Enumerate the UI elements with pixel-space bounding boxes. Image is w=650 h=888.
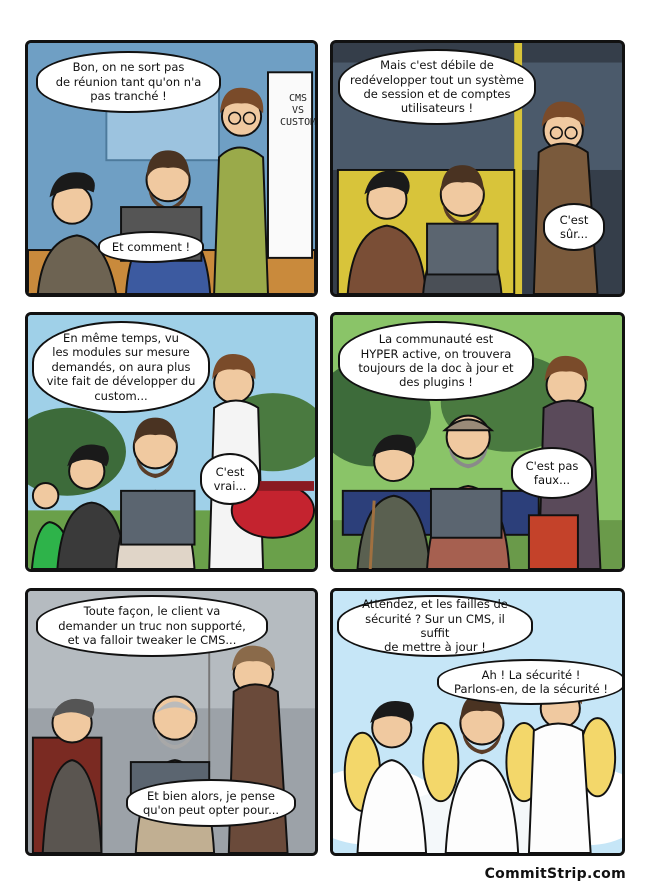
panel-6-bubble-2: Ah ! La sécurité ! Parlons-en, de la séc… <box>437 659 622 705</box>
panel-5: Toute façon, le client va demander un tr… <box>25 588 318 856</box>
cms-vs-custom-sign: CMS VS CUSTOM <box>280 93 317 128</box>
panel-1: CMS VS CUSTOM Bon, on ne sort pas de réu… <box>25 40 318 297</box>
panel-5-bubble-1: Toute façon, le client va demander un tr… <box>36 595 268 657</box>
panel-3-bubble-2: C'est vrai... <box>200 453 260 505</box>
panel-5-bubble-2: Et bien alors, je pense qu'on peut opter… <box>126 779 296 827</box>
panel-4-bubble-2: C'est pas faux... <box>511 447 593 499</box>
panel-3-bubble-1: En même temps, vu les modules sur mesure… <box>32 321 210 413</box>
panel-2: Mais c'est débile de redévelopper tout u… <box>330 40 625 297</box>
panel-6: Attendez, et les failles de sécurité ? S… <box>330 588 625 856</box>
panel-6-bubble-1: Attendez, et les failles de sécurité ? S… <box>337 595 533 657</box>
commitstrip-footer: CommitStrip.com <box>484 866 626 882</box>
panel-2-bubble-2: C'est sûr... <box>543 203 605 251</box>
panel-1-bubble-2: Et comment ! <box>98 231 204 263</box>
panel-2-bubble-1: Mais c'est débile de redévelopper tout u… <box>338 49 536 125</box>
panel-1-bubble-1: Bon, on ne sort pas de réunion tant qu'o… <box>36 51 221 113</box>
panel-3: En même temps, vu les modules sur mesure… <box>25 312 318 572</box>
panel-4-bubble-1: La communauté est HYPER active, on trouv… <box>338 321 534 401</box>
panel-4: La communauté est HYPER active, on trouv… <box>330 312 625 572</box>
